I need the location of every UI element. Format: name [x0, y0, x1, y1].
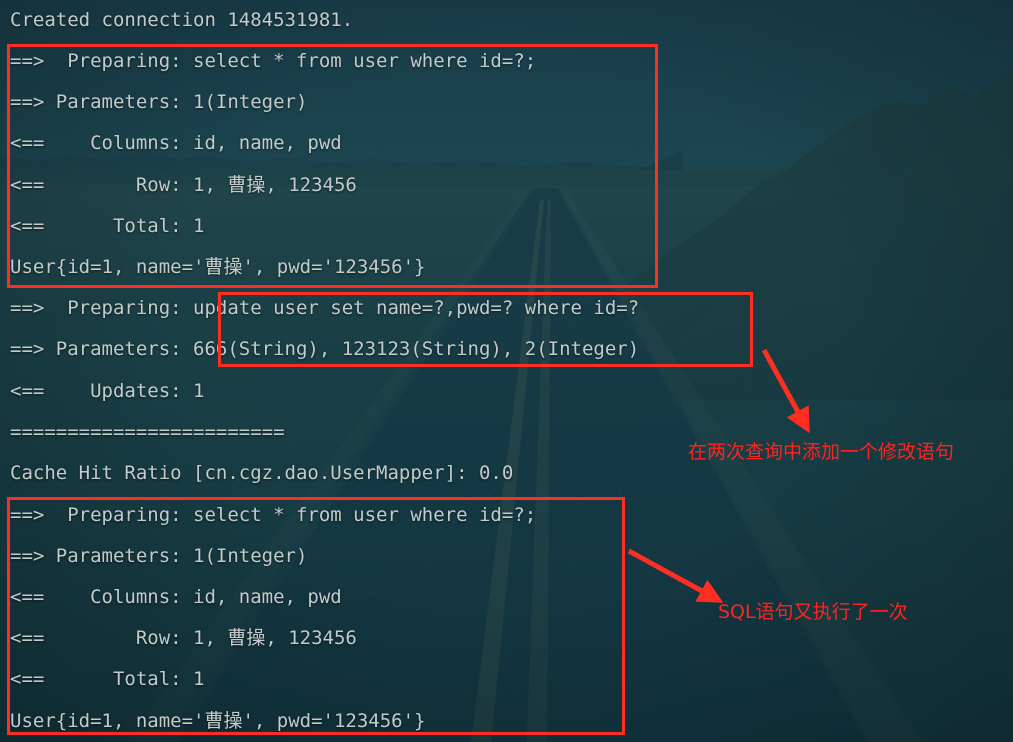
console-line: User{id=1, name='曹操', pwd='123456'} [10, 256, 426, 278]
console-line: ==> Parameters: 1(Integer) [10, 91, 308, 113]
console-window: Created connection 1484531981. ==> Prepa… [0, 0, 1013, 742]
console-line: ==> Preparing: select * from user where … [10, 504, 537, 526]
console-line: <== Columns: id, name, pwd [10, 586, 342, 608]
console-line: Cache Hit Ratio [cn.cgz.dao.UserMapper]:… [10, 462, 514, 484]
console-line: ==> Preparing: select * from user where … [10, 50, 537, 72]
console-line: <== Total: 1 [10, 215, 205, 237]
console-line: <== Updates: 1 [10, 380, 205, 402]
console-line: ==> Parameters: 1(Integer) [10, 545, 308, 567]
annotation-note-update: 在两次查询中添加一个修改语句 [688, 441, 955, 463]
console-output[interactable]: Created connection 1484531981. ==> Prepa… [0, 0, 1013, 742]
console-line: ==> Parameters: 666(String), 123123(Stri… [10, 338, 640, 360]
console-line: <== Columns: id, name, pwd [10, 132, 342, 154]
console-line: <== Row: 1, 曹操, 123456 [10, 627, 357, 649]
annotation-note-second-query: SQL语句又执行了一次 [718, 601, 908, 623]
console-line: Created connection 1484531981. [10, 9, 354, 31]
console-line: <== Total: 1 [10, 668, 205, 690]
console-line: ==> Preparing: update user set name=?,pw… [10, 297, 640, 319]
console-line: User{id=1, name='曹操', pwd='123456'} [10, 710, 426, 732]
console-line: <== Row: 1, 曹操, 123456 [10, 174, 357, 196]
console-line: ======================== [10, 421, 285, 443]
